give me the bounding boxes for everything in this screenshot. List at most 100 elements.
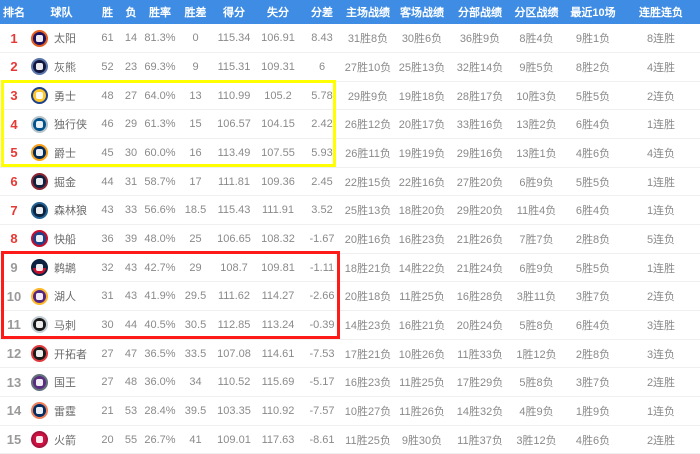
losses-cell: 31 [120, 167, 142, 196]
table-row[interactable]: 10 湖人 31 43 41.9% 29.5 111.62 114.27 -2.… [0, 282, 700, 311]
table-row[interactable]: 5 爵士 45 30 60.0% 16 113.49 107.55 5.93 2… [0, 139, 700, 168]
rank-number: 5 [10, 145, 17, 160]
away-record-cell: 11胜25负 [393, 368, 451, 397]
team-name-link[interactable]: 太阳 [54, 30, 76, 46]
point-diff-cell: -5.17 [301, 368, 343, 397]
team-cell: 马刺 [28, 311, 95, 340]
last10-record-cell: 3胜7负 [564, 368, 622, 397]
point-diff-cell: -8.61 [301, 425, 343, 454]
table-row[interactable]: 4 独行侠 46 29 61.3% 15 106.57 104.15 2.42 … [0, 110, 700, 139]
conference-record-cell: 13胜2负 [509, 110, 564, 139]
table-row[interactable]: 1 太阳 61 14 81.3% 0 115.34 106.91 8.43 31… [0, 24, 700, 53]
team-logo-icon [31, 259, 48, 276]
team-name-link[interactable]: 快船 [54, 231, 76, 247]
streak-cell: 3连负 [622, 339, 700, 368]
point-diff-cell: -1.67 [301, 225, 343, 254]
team-name-link[interactable]: 国王 [54, 374, 76, 390]
points-for-cell: 111.62 [213, 282, 255, 311]
win-pct-cell: 36.0% [142, 368, 178, 397]
last10-record-cell: 6胜4负 [564, 110, 622, 139]
win-pct-cell: 36.5% [142, 339, 178, 368]
table-row[interactable]: 2 灰熊 52 23 69.3% 9 115.31 109.31 6 27胜10… [0, 53, 700, 82]
table-row[interactable]: 11 马刺 30 44 40.5% 30.5 112.85 113.24 -0.… [0, 311, 700, 340]
team-name-link[interactable]: 森林狼 [54, 202, 87, 218]
rank-number: 9 [10, 260, 17, 275]
team-name-link[interactable]: 爵士 [54, 145, 76, 161]
division-record-cell: 21胜24负 [451, 253, 509, 282]
table-row[interactable]: 13 国王 27 48 36.0% 34 110.52 115.69 -5.17… [0, 368, 700, 397]
team-cell: 掘金 [28, 167, 95, 196]
points-for-cell: 106.65 [213, 225, 255, 254]
team-name-link[interactable]: 勇士 [54, 88, 76, 104]
home-record-cell: 27胜10负 [343, 53, 393, 82]
conference-record-cell: 6胜9负 [509, 253, 564, 282]
home-record-cell: 17胜21负 [343, 339, 393, 368]
team-name-link[interactable]: 独行侠 [54, 116, 87, 132]
table-row[interactable]: 7 森林狼 43 33 56.6% 18.5 115.43 111.91 3.5… [0, 196, 700, 225]
table-row[interactable]: 9 鹈鹕 32 43 42.7% 29 108.7 109.81 -1.11 1… [0, 253, 700, 282]
win-pct-cell: 69.3% [142, 53, 178, 82]
losses-cell: 14 [120, 24, 142, 53]
team-logo-icon [31, 58, 48, 75]
team-name-link[interactable]: 马刺 [54, 317, 76, 333]
division-record-cell: 17胜29负 [451, 368, 509, 397]
last10-record-cell: 6胜4负 [564, 196, 622, 225]
points-for-cell: 113.49 [213, 139, 255, 168]
losses-cell: 47 [120, 339, 142, 368]
points-for-cell: 115.43 [213, 196, 255, 225]
team-name-link[interactable]: 掘金 [54, 174, 76, 190]
team-logo-icon [31, 173, 48, 190]
team-name-link[interactable]: 湖人 [54, 288, 76, 304]
conference-record-cell: 8胜4负 [509, 24, 564, 53]
points-against-cell: 110.92 [255, 397, 301, 426]
last10-record-cell: 5胜5负 [564, 253, 622, 282]
table-row[interactable]: 12 开拓者 27 47 36.5% 33.5 107.08 114.61 -7… [0, 339, 700, 368]
wins-cell: 21 [95, 397, 120, 426]
streak-cell: 8连胜 [622, 24, 700, 53]
games-behind-cell: 16 [178, 139, 213, 168]
table-row[interactable]: 8 快船 36 39 48.0% 25 106.65 108.32 -1.67 … [0, 225, 700, 254]
rank-number: 15 [7, 432, 21, 447]
division-record-cell: 16胜28负 [451, 282, 509, 311]
standings-table: 排名球队胜负胜率胜差得分失分分差主场战绩客场战绩分部战绩分区战绩最近10场连胜连… [0, 0, 700, 454]
team-cell: 太阳 [28, 24, 95, 53]
losses-cell: 39 [120, 225, 142, 254]
point-diff-cell: -1.11 [301, 253, 343, 282]
team-logo-emblem [36, 178, 43, 185]
division-record-cell: 20胜24负 [451, 311, 509, 340]
points-against-cell: 113.24 [255, 311, 301, 340]
team-name-link[interactable]: 鹈鹕 [54, 260, 76, 276]
team-logo-icon [31, 316, 48, 333]
point-diff-cell: -0.39 [301, 311, 343, 340]
team-name-link[interactable]: 灰熊 [54, 59, 76, 75]
column-header-10: 客场战绩 [393, 0, 451, 24]
wins-cell: 61 [95, 24, 120, 53]
team-name-link[interactable]: 开拓者 [54, 346, 87, 362]
team-logo-emblem [36, 436, 43, 443]
points-for-cell: 106.57 [213, 110, 255, 139]
away-record-cell: 20胜17负 [393, 110, 451, 139]
away-record-cell: 10胜26负 [393, 339, 451, 368]
team-name-link[interactable]: 雷霆 [54, 403, 76, 419]
points-for-cell: 115.31 [213, 53, 255, 82]
last10-record-cell: 5胜5负 [564, 167, 622, 196]
team-logo-emblem [36, 35, 43, 42]
points-against-cell: 111.91 [255, 196, 301, 225]
team-logo-icon [31, 288, 48, 305]
table-row[interactable]: 6 掘金 44 31 58.7% 17 111.81 109.36 2.45 2… [0, 167, 700, 196]
column-header-9: 主场战绩 [343, 0, 393, 24]
team-logo-emblem [36, 293, 43, 300]
losses-cell: 48 [120, 368, 142, 397]
team-name-link[interactable]: 火箭 [54, 432, 76, 448]
team-logo-icon [31, 87, 48, 104]
rank-number: 11 [7, 317, 21, 332]
table-row[interactable]: 3 勇士 48 27 64.0% 13 110.99 105.2 5.78 29… [0, 81, 700, 110]
point-diff-cell: -7.57 [301, 397, 343, 426]
home-record-cell: 14胜23负 [343, 311, 393, 340]
streak-cell: 1连负 [622, 397, 700, 426]
home-record-cell: 18胜21负 [343, 253, 393, 282]
table-row[interactable]: 14 雷霆 21 53 28.4% 39.5 103.35 110.92 -7.… [0, 397, 700, 426]
points-for-cell: 115.34 [213, 24, 255, 53]
table-row[interactable]: 15 火箭 20 55 26.7% 41 109.01 117.63 -8.61… [0, 425, 700, 454]
streak-cell: 4连负 [622, 139, 700, 168]
